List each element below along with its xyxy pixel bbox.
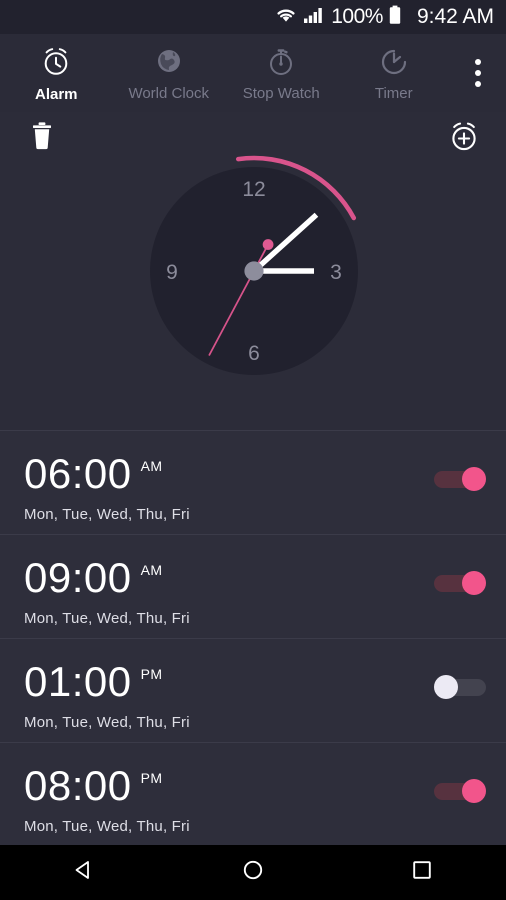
tab-bar: Alarm World Clock Stop Watch Timer bbox=[0, 34, 506, 112]
alarm-days: Mon, Tue, Wed, Thu, Fri bbox=[24, 818, 190, 835]
alarm-toggle[interactable] bbox=[434, 779, 486, 803]
nav-recents-button[interactable] bbox=[387, 845, 457, 900]
tab-world-clock[interactable]: World Clock bbox=[113, 34, 226, 112]
tab-alarm-label: Alarm bbox=[34, 85, 78, 103]
alarm-meridiem: PM bbox=[140, 770, 163, 786]
toggle-knob bbox=[462, 467, 486, 491]
tab-world-clock-label: World Clock bbox=[128, 84, 210, 102]
alarm-time: 06:00 bbox=[24, 450, 132, 497]
table-row[interactable]: 06:00 AM Mon, Tue, Wed, Thu, Fri bbox=[0, 430, 506, 534]
toggle-knob bbox=[434, 675, 458, 699]
status-bar-clock: 9:42 AM bbox=[416, 5, 494, 28]
clock-numeral-3: 3 bbox=[330, 261, 342, 284]
tab-timer[interactable]: Timer bbox=[338, 34, 451, 112]
clock-numeral-6: 6 bbox=[248, 342, 260, 365]
table-row[interactable]: 08:00 PM Mon, Tue, Wed, Thu, Fri bbox=[0, 742, 506, 846]
analog-clock: 12 3 6 9 bbox=[150, 155, 358, 375]
alarm-days: Mon, Tue, Wed, Thu, Fri bbox=[24, 714, 190, 731]
more-vertical-icon bbox=[475, 59, 481, 87]
clock-numeral-12: 12 bbox=[242, 178, 265, 201]
battery-full-icon bbox=[389, 5, 401, 30]
tab-stop-watch-label: Stop Watch bbox=[242, 84, 320, 102]
alarm-meridiem: PM bbox=[140, 666, 163, 682]
overflow-menu-button[interactable] bbox=[450, 34, 506, 112]
alarm-time-group: 09:00 AM bbox=[24, 557, 162, 599]
analog-clock-area: 12 3 6 9 bbox=[0, 150, 506, 422]
stopwatch-icon bbox=[265, 45, 297, 82]
android-nav-bar bbox=[0, 845, 506, 900]
alarm-toggle[interactable] bbox=[434, 675, 486, 699]
table-row[interactable]: 01:00 PM Mon, Tue, Wed, Thu, Fri bbox=[0, 638, 506, 742]
clock-center-hub bbox=[244, 261, 264, 281]
alarm-days: Mon, Tue, Wed, Thu, Fri bbox=[24, 610, 190, 627]
alarm-meridiem: AM bbox=[140, 562, 163, 578]
alarm-meridiem: AM bbox=[140, 458, 163, 474]
alarm-time-group: 01:00 PM bbox=[24, 661, 162, 703]
battery-percent-label: 100% bbox=[331, 5, 383, 28]
alarm-days: Mon, Tue, Wed, Thu, Fri bbox=[24, 506, 190, 523]
table-row[interactable]: 09:00 AM Mon, Tue, Wed, Thu, Fri bbox=[0, 534, 506, 638]
home-circle-icon bbox=[241, 858, 265, 887]
toggle-knob bbox=[462, 779, 486, 803]
wifi-icon bbox=[275, 6, 297, 29]
tab-alarm[interactable]: Alarm bbox=[0, 34, 113, 112]
back-triangle-icon bbox=[72, 858, 96, 887]
alarm-toggle[interactable] bbox=[434, 571, 486, 595]
toggle-knob bbox=[462, 571, 486, 595]
clock-second-hand-dot bbox=[262, 239, 274, 250]
phone-screen: 100% 9:42 AM Alarm World Clock Stop Watc… bbox=[0, 0, 506, 900]
alarm-time-group: 06:00 AM bbox=[24, 453, 162, 495]
nav-home-button[interactable] bbox=[218, 845, 288, 900]
alarm-time: 09:00 bbox=[24, 554, 132, 601]
alarm-time-group: 08:00 PM bbox=[24, 765, 162, 807]
alarm-time: 01:00 bbox=[24, 658, 132, 705]
globe-icon bbox=[153, 45, 185, 82]
alarm-clock-icon bbox=[39, 44, 73, 83]
cellular-signal-icon bbox=[303, 6, 325, 29]
alarm-list: 06:00 AM Mon, Tue, Wed, Thu, Fri 09:00 A… bbox=[0, 430, 506, 846]
recents-square-icon bbox=[410, 858, 434, 887]
tab-stop-watch[interactable]: Stop Watch bbox=[225, 34, 338, 112]
timer-icon bbox=[378, 45, 410, 82]
alarm-time: 08:00 bbox=[24, 762, 132, 809]
nav-back-button[interactable] bbox=[49, 845, 119, 900]
tab-timer-label: Timer bbox=[374, 84, 413, 102]
alarm-toggle[interactable] bbox=[434, 467, 486, 491]
clock-numeral-9: 9 bbox=[166, 261, 178, 284]
status-bar: 100% 9:42 AM bbox=[0, 0, 506, 34]
